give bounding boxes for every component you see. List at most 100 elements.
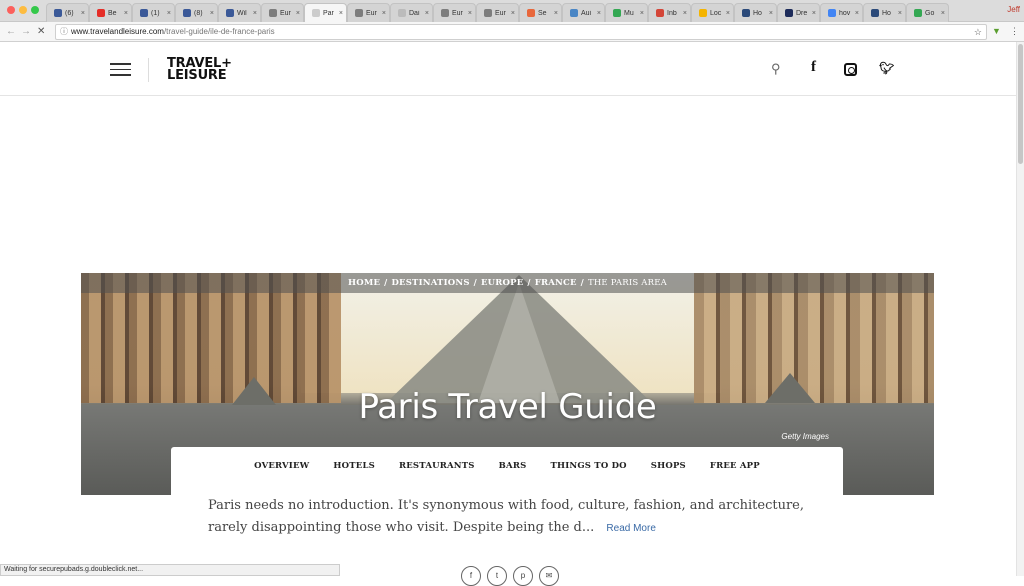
zoom-window-button[interactable] [31, 6, 39, 14]
guide-nav-item[interactable]: THINGS TO DO [550, 461, 626, 471]
stop-loading-icon[interactable]: ✕ [37, 25, 45, 39]
tab-favicon-icon [785, 9, 793, 17]
scrollbar-thumb[interactable] [1018, 44, 1023, 164]
address-bar[interactable]: ⓘ www.travelandleisure.com/travel-guide/… [55, 24, 987, 40]
tab-favicon-icon [570, 9, 578, 17]
back-arrow-icon[interactable]: ← [6, 25, 16, 39]
tab-close-icon[interactable]: × [683, 10, 687, 17]
guide-nav-item[interactable]: RESTAURANTS [399, 461, 475, 471]
breadcrumb-separator: / [527, 278, 531, 288]
tab-close-icon[interactable]: × [339, 10, 343, 17]
browser-tab[interactable]: Ho × [734, 3, 777, 22]
intro-text: Paris needs no introduction. It's synony… [208, 498, 804, 535]
browser-tab[interactable]: Dai × [390, 3, 433, 22]
facebook-icon[interactable]: f [811, 59, 816, 76]
menu-hamburger-icon[interactable] [110, 63, 131, 76]
browser-tab[interactable]: Be × [89, 3, 132, 22]
breadcrumb-item[interactable]: EUROPE [481, 278, 523, 288]
guide-nav-item[interactable]: HOTELS [333, 461, 375, 471]
site-header: TRAVEL+ LEISURE ⚲ f 🐦︎ [0, 42, 1016, 96]
photo-credit: Getty Images [781, 432, 829, 441]
tab-close-icon[interactable]: × [640, 10, 644, 17]
browser-tab[interactable]: Eur × [476, 3, 519, 22]
instagram-icon[interactable] [844, 63, 857, 76]
browser-tab[interactable]: (6) × [46, 3, 89, 22]
tab-favicon-icon [871, 9, 879, 17]
tab-close-icon[interactable]: × [167, 10, 171, 17]
tab-title: Dai [409, 9, 420, 17]
minimize-window-button[interactable] [19, 6, 27, 14]
breadcrumb-separator: / [580, 278, 584, 288]
tab-close-icon[interactable]: × [812, 10, 816, 17]
share-twitter-icon[interactable]: t [487, 566, 507, 586]
breadcrumb-item[interactable]: DESTINATIONS [391, 278, 469, 288]
forward-arrow-icon[interactable]: → [21, 25, 31, 39]
breadcrumb-item[interactable]: HOME [348, 278, 380, 288]
browser-tab[interactable]: Go × [906, 3, 949, 22]
page-info-icon[interactable]: ⓘ [60, 25, 68, 39]
browser-tab[interactable]: Se × [519, 3, 562, 22]
breadcrumb-item[interactable]: FRANCE [535, 278, 577, 288]
page-scrollbar[interactable] [1016, 42, 1024, 576]
guide-nav-item[interactable]: BARS [499, 461, 527, 471]
tab-close-icon[interactable]: × [554, 10, 558, 17]
browser-tab[interactable]: Eur × [433, 3, 476, 22]
tab-favicon-icon [140, 9, 148, 17]
tab-close-icon[interactable]: × [941, 10, 945, 17]
read-more-link[interactable]: Read More [606, 523, 655, 534]
tab-close-icon[interactable]: × [253, 10, 257, 17]
browser-tab[interactable]: Dre × [777, 3, 820, 22]
breadcrumb-separator: / [384, 278, 388, 288]
search-icon[interactable]: ⚲ [771, 61, 781, 77]
tab-close-icon[interactable]: × [511, 10, 515, 17]
browser-tab[interactable]: Eur × [347, 3, 390, 22]
tab-favicon-icon [226, 9, 234, 17]
guide-nav-item[interactable]: OVERVIEW [254, 461, 309, 471]
intro-paragraph: Paris needs no introduction. It's synony… [208, 495, 808, 540]
browser-tab[interactable]: Mu × [605, 3, 648, 22]
twitter-icon[interactable]: 🐦︎ [879, 61, 894, 75]
bookmark-star-icon[interactable]: ☆ [974, 25, 982, 39]
extension-icon[interactable]: ▼ [992, 26, 1001, 36]
tab-title: Inb [667, 9, 677, 17]
tab-title: Ho [753, 9, 762, 17]
browser-tab[interactable]: Inb × [648, 3, 691, 22]
tab-close-icon[interactable]: × [726, 10, 730, 17]
guide-nav-item[interactable]: SHOPS [651, 461, 686, 471]
tab-favicon-icon [828, 9, 836, 17]
tab-close-icon[interactable]: × [468, 10, 472, 17]
tab-close-icon[interactable]: × [81, 10, 85, 17]
tab-close-icon[interactable]: × [210, 10, 214, 17]
tab-close-icon[interactable]: × [124, 10, 128, 17]
tab-close-icon[interactable]: × [855, 10, 859, 17]
site-logo[interactable]: TRAVEL+ LEISURE [167, 57, 232, 83]
share-facebook-icon[interactable]: f [461, 566, 481, 586]
guide-nav-item[interactable]: FREE APP [710, 461, 760, 471]
tab-close-icon[interactable]: × [769, 10, 773, 17]
tab-close-icon[interactable]: × [425, 10, 429, 17]
tab-close-icon[interactable]: × [382, 10, 386, 17]
tab-close-icon[interactable]: × [898, 10, 902, 17]
browser-tab[interactable]: Wil × [218, 3, 261, 22]
browser-menu-icon[interactable]: ⋮ [1010, 26, 1019, 37]
logo-line-2: LEISURE [167, 68, 227, 83]
share-email-icon[interactable]: ✉ [539, 566, 559, 586]
tab-title: Eur [280, 9, 291, 17]
browser-tab[interactable]: Aui × [562, 3, 605, 22]
browser-tab[interactable]: (1) × [132, 3, 175, 22]
browser-tab[interactable]: Loc × [691, 3, 734, 22]
tab-title: Par [323, 9, 334, 17]
browser-tab[interactable]: hov × [820, 3, 863, 22]
browser-tab[interactable]: Ho × [863, 3, 906, 22]
tab-title: Dre [796, 9, 808, 17]
browser-tab[interactable]: Par × [304, 3, 347, 22]
page-title: Paris Travel Guide [358, 387, 657, 427]
share-pinterest-icon[interactable]: p [513, 566, 533, 586]
browser-tab[interactable]: (8) × [175, 3, 218, 22]
profile-name[interactable]: Jeff [1007, 5, 1020, 14]
tab-close-icon[interactable]: × [296, 10, 300, 17]
tab-favicon-icon [914, 9, 922, 17]
close-window-button[interactable] [7, 6, 15, 14]
tab-close-icon[interactable]: × [597, 10, 601, 17]
browser-tab[interactable]: Eur × [261, 3, 304, 22]
